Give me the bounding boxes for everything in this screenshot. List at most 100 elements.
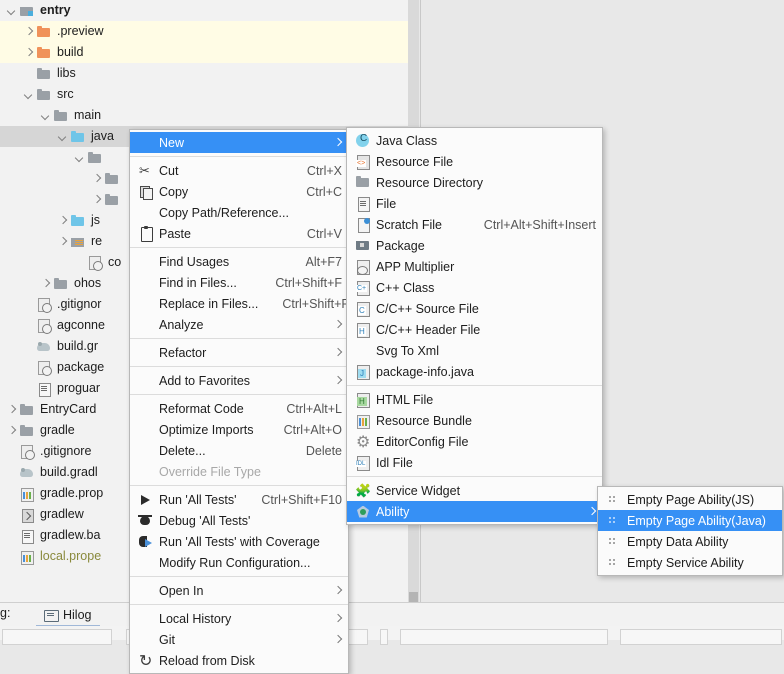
menu-icon-placeholder xyxy=(136,373,156,389)
tree-item-build[interactable]: build xyxy=(0,42,408,63)
chevron-right-icon[interactable] xyxy=(91,173,102,184)
menu-item-new[interactable]: New xyxy=(130,132,348,153)
menu-item-delete[interactable]: Delete... Delete xyxy=(130,440,348,461)
menu-item-editorconfig-file[interactable]: EditorConfig File xyxy=(347,431,602,452)
menu-item-reformat-code[interactable]: Reformat Code Ctrl+Alt+L xyxy=(130,398,348,419)
menu-item-run-all-tests[interactable]: Run 'All Tests' Ctrl+Shift+F10 xyxy=(130,489,348,510)
tree-item-preview[interactable]: .preview xyxy=(0,21,408,42)
menu-item-debug-all-tests[interactable]: Debug 'All Tests' xyxy=(130,510,348,531)
menu-item-open-in[interactable]: Open In xyxy=(130,580,348,601)
status-box-3[interactable] xyxy=(380,629,388,645)
menu-item-package-info-java[interactable]: package-info.java xyxy=(347,361,602,382)
menu-item-label: Resource File xyxy=(376,154,454,169)
chevron-right-icon[interactable] xyxy=(57,236,68,247)
reload-icon xyxy=(136,651,156,671)
chevron-down-icon[interactable] xyxy=(23,89,34,100)
menu-item-local-history[interactable]: Local History xyxy=(130,608,348,629)
menu-item-copy[interactable]: Copy Ctrl+C xyxy=(130,181,348,202)
menu-item-c-c-header-file[interactable]: C/C++ Header File xyxy=(347,319,602,340)
menu-separator xyxy=(130,394,348,395)
menu-item-empty-service-ability[interactable]: Empty Service Ability xyxy=(598,552,782,573)
menu-item-label: Ability xyxy=(376,504,410,519)
menu-item-optimize-imports[interactable]: Optimize Imports Ctrl+Alt+O xyxy=(130,419,348,440)
menu-item-resource-file[interactable]: Resource File xyxy=(347,151,602,172)
menu-item-shortcut: Ctrl+C xyxy=(306,184,342,199)
tree-item-libs[interactable]: libs xyxy=(0,63,408,84)
menu-item-empty-page-ability-js[interactable]: Empty Page Ability(JS) xyxy=(598,489,782,510)
menu-separator xyxy=(130,576,348,577)
menu-item-c-class[interactable]: C++ Class xyxy=(347,277,602,298)
menu-item-modify-run-configuration[interactable]: Modify Run Configuration... xyxy=(130,552,348,573)
menu-item-package[interactable]: Package xyxy=(347,235,602,256)
file-icon xyxy=(353,196,373,212)
chevron-right-icon[interactable] xyxy=(40,278,51,289)
cpp-class-icon xyxy=(353,280,373,296)
copy-icon xyxy=(136,184,156,200)
menu-item-resource-directory[interactable]: Resource Directory xyxy=(347,172,602,193)
menu-item-run-all-tests-with-coverage[interactable]: Run 'All Tests' with Coverage xyxy=(130,531,348,552)
tree-item-src[interactable]: src xyxy=(0,84,408,105)
menu-item-file[interactable]: File xyxy=(347,193,602,214)
menu-item-shortcut: Delete xyxy=(305,443,342,458)
menu-item-find-in-files[interactable]: Find in Files... Ctrl+Shift+F xyxy=(130,272,348,293)
tool-window-tab-bar[interactable]: g: Hilog xyxy=(0,602,784,627)
menu-item-ability[interactable]: Ability xyxy=(347,501,602,522)
chevron-right-icon[interactable] xyxy=(23,47,34,58)
module-icon xyxy=(19,3,35,19)
menu-item-cut[interactable]: Cut Ctrl+X xyxy=(130,160,348,181)
ability-submenu[interactable]: Empty Page Ability(JS) Empty Page Ability… xyxy=(597,486,783,576)
menu-item-java-class[interactable]: Java Class xyxy=(347,130,602,151)
menu-item-override-file-type: Override File Type xyxy=(130,461,348,482)
menu-item-resource-bundle[interactable]: Resource Bundle xyxy=(347,410,602,431)
menu-item-service-widget[interactable]: Service Widget xyxy=(347,480,602,501)
tab-hilog[interactable]: Hilog xyxy=(36,604,100,627)
menu-item-copy-path-reference[interactable]: Copy Path/Reference... xyxy=(130,202,348,223)
scrollbar-thumb[interactable] xyxy=(409,592,418,602)
new-submenu[interactable]: Java Class Resource File Resource Director… xyxy=(346,127,603,525)
context-menu[interactable]: New Cut Ctrl+X Copy Ctrl+C Copy Path/Referenc… xyxy=(129,129,350,674)
menu-item-label: Analyze xyxy=(159,317,204,332)
menu-item-empty-data-ability[interactable]: Empty Data Ability xyxy=(598,531,782,552)
menu-item-paste[interactable]: Paste Ctrl+V xyxy=(130,223,348,244)
menu-item-shortcut: Ctrl+Alt+O xyxy=(283,422,342,437)
menu-item-label: APP Multiplier xyxy=(376,259,455,274)
menu-item-replace-in-files[interactable]: Replace in Files... Ctrl+Shift+R xyxy=(130,293,350,314)
folder-res-icon xyxy=(70,234,86,250)
chevron-right-icon[interactable] xyxy=(57,215,68,226)
menu-item-empty-page-ability-java[interactable]: Empty Page Ability(Java) xyxy=(598,510,782,531)
ability-item-icon xyxy=(604,513,624,529)
status-box-1[interactable] xyxy=(2,629,112,645)
html-file-icon xyxy=(353,392,373,408)
menu-item-idl-file[interactable]: Idl File xyxy=(347,452,602,473)
chevron-down-icon[interactable] xyxy=(6,5,17,16)
chevron-down-icon[interactable] xyxy=(57,131,68,142)
tree-item-entry[interactable]: entry xyxy=(0,0,408,21)
menu-item-svg-to-xml[interactable]: Svg To Xml xyxy=(347,340,602,361)
chevron-down-icon[interactable] xyxy=(74,152,85,163)
status-box-4[interactable] xyxy=(400,629,608,645)
menu-item-add-to-favorites[interactable]: Add to Favorites xyxy=(130,370,348,391)
menu-item-analyze[interactable]: Analyze xyxy=(130,314,348,335)
chevron-right-icon[interactable] xyxy=(6,404,17,415)
menu-item-find-usages[interactable]: Find Usages Alt+F7 xyxy=(130,251,348,272)
folder-icon xyxy=(53,276,69,292)
tree-item-main[interactable]: main xyxy=(0,105,408,126)
menu-icon-placeholder xyxy=(136,583,156,599)
status-box-5[interactable] xyxy=(620,629,782,645)
menu-item-label: C/C++ Header File xyxy=(376,322,481,337)
menu-item-refactor[interactable]: Refactor xyxy=(130,342,348,363)
chevron-right-icon[interactable] xyxy=(91,194,102,205)
chevron-down-icon[interactable] xyxy=(40,110,51,121)
menu-item-app-multiplier[interactable]: APP Multiplier xyxy=(347,256,602,277)
folder-icon xyxy=(87,150,103,166)
menu-item-c-c-source-file[interactable]: C/C++ Source File xyxy=(347,298,602,319)
chevron-right-icon[interactable] xyxy=(6,425,17,436)
menu-item-scratch-file[interactable]: Scratch File Ctrl+Alt+Shift+Insert xyxy=(347,214,602,235)
tree-item-label: build.gr xyxy=(57,339,98,353)
chevron-right-icon[interactable] xyxy=(23,26,34,37)
menu-item-html-file[interactable]: HTML File xyxy=(347,389,602,410)
menu-item-reload-from-disk[interactable]: Reload from Disk xyxy=(130,650,348,671)
